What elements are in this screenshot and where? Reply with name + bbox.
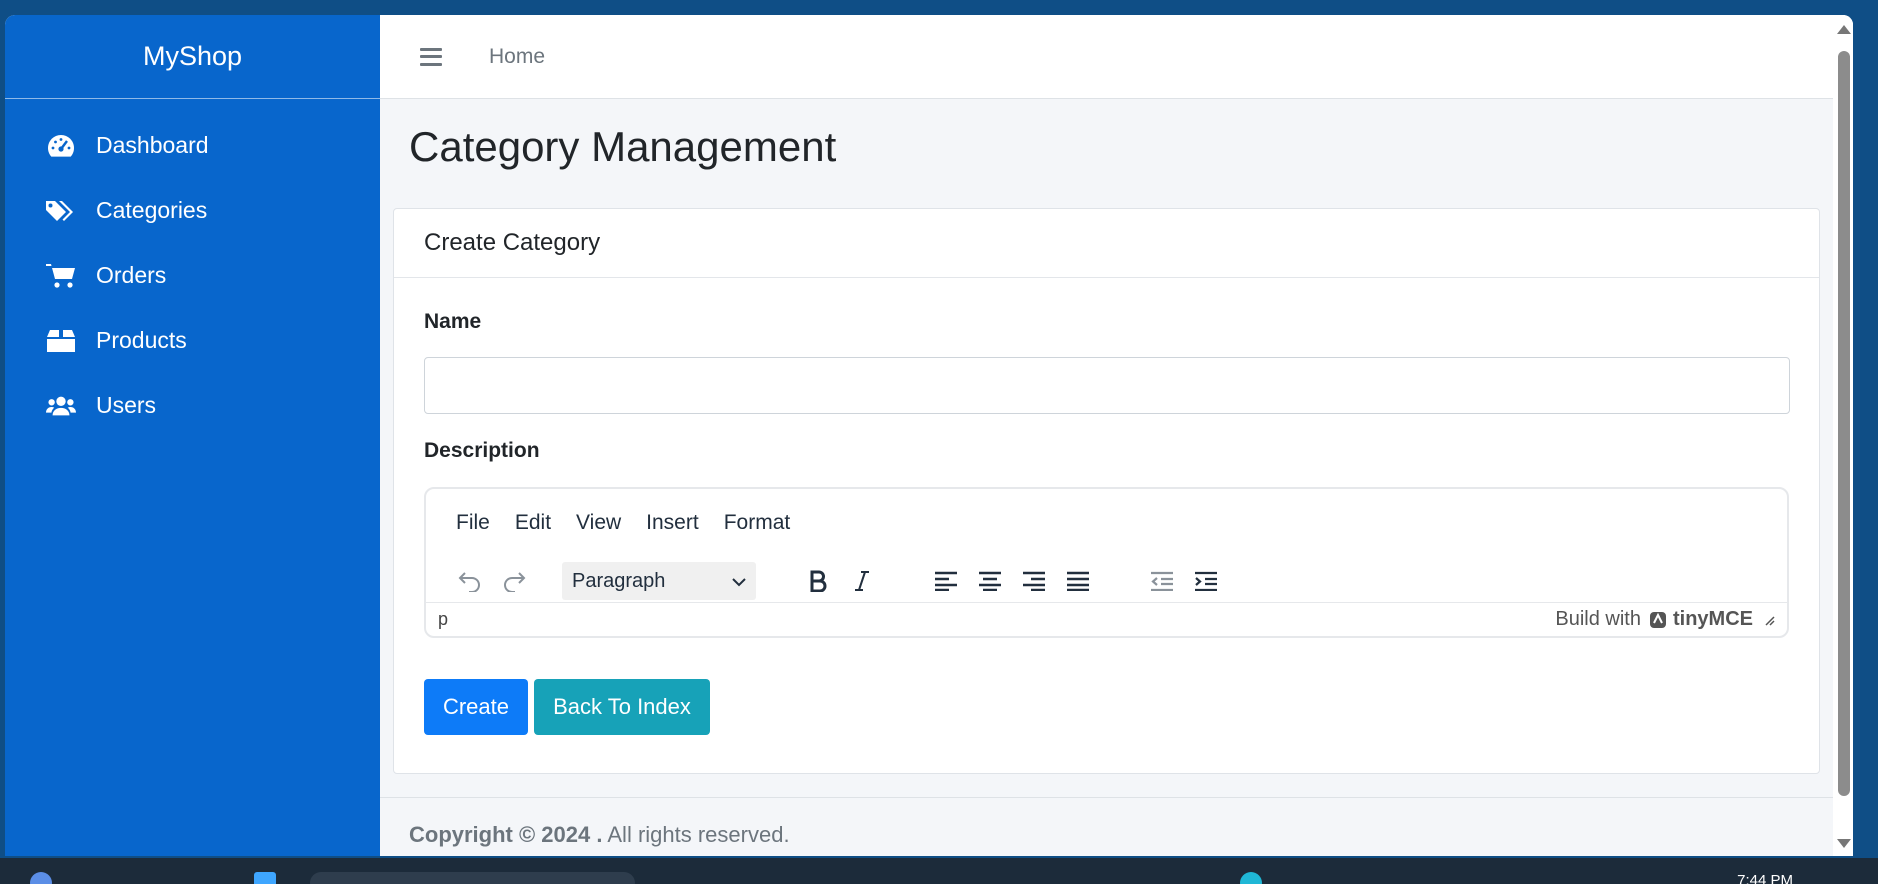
align-justify-icon[interactable] <box>1056 562 1100 600</box>
description-rich-text-editor[interactable]: File Edit View Insert Format Paragraph p… <box>424 487 1789 638</box>
taskbar-app-icon[interactable] <box>30 872 52 884</box>
windows-start-icon[interactable] <box>254 872 276 884</box>
menu-view[interactable]: View <box>576 511 621 535</box>
italic-icon[interactable] <box>840 562 884 600</box>
sidebar-item-label: Categories <box>96 197 208 223</box>
taskbar-clock[interactable]: 7:44 PM <box>1737 872 1793 884</box>
card-header: Create Category <box>394 209 1819 278</box>
editor-statusbar: p Build with tinyMCE <box>426 602 1787 636</box>
create-category-card: Create Category Name Description File Ed… <box>393 208 1820 774</box>
menu-file[interactable]: File <box>456 511 490 535</box>
align-right-icon[interactable] <box>1012 562 1056 600</box>
tinymce-branding[interactable]: Build with tinyMCE <box>1555 608 1775 631</box>
align-left-icon[interactable] <box>924 562 968 600</box>
sidebar-item-label: Orders <box>96 262 167 288</box>
sidebar-item-dashboard[interactable]: Dashboard <box>5 113 380 178</box>
taskbar-active-app-icon[interactable] <box>1240 872 1262 884</box>
page-footer: Copyright © 2024 . All rights reserved. <box>380 797 1853 856</box>
home-link[interactable]: Home <box>489 45 545 69</box>
branding-name: tinyMCE <box>1673 608 1753 630</box>
block-format-select[interactable]: Paragraph <box>562 562 756 600</box>
sidebar-item-users[interactable]: Users <box>5 373 380 438</box>
sidebar-item-products[interactable]: Products <box>5 308 380 373</box>
sidebar-item-orders[interactable]: Orders <box>5 243 380 308</box>
rights-text: All rights reserved. <box>602 822 790 847</box>
scroll-thumb[interactable] <box>1838 51 1850 796</box>
scroll-down-arrow-icon[interactable] <box>1837 839 1851 848</box>
copyright-text: Copyright © 2024 . <box>409 822 603 847</box>
outdent-icon[interactable] <box>1140 562 1184 600</box>
sidebar-item-label: Users <box>96 392 157 418</box>
create-button[interactable]: Create <box>424 679 528 735</box>
page-title: Category Management <box>409 123 837 170</box>
block-format-value: Paragraph <box>572 569 666 592</box>
browser-window: MyShop Dashboard Categories Orders Produ… <box>5 15 1853 856</box>
undo-icon[interactable] <box>448 562 492 600</box>
users-icon <box>46 392 76 420</box>
sidebar-item-label: Products <box>96 327 187 353</box>
bold-icon[interactable] <box>796 562 840 600</box>
dashboard-gauge-icon <box>46 132 76 160</box>
description-label: Description <box>424 439 540 462</box>
menu-format[interactable]: Format <box>724 511 791 535</box>
sidebar: MyShop Dashboard Categories Orders Produ… <box>5 15 380 856</box>
back-to-index-button[interactable]: Back To Index <box>534 679 710 735</box>
element-path[interactable]: p <box>438 609 448 630</box>
brand-logo[interactable]: MyShop <box>5 15 380 99</box>
shopping-cart-icon <box>46 262 76 290</box>
chevron-down-icon <box>732 570 746 593</box>
taskbar-search-box[interactable] <box>310 872 635 884</box>
page-scrollbar[interactable] <box>1833 15 1853 856</box>
redo-icon[interactable] <box>492 562 536 600</box>
name-input[interactable] <box>424 357 1790 414</box>
sidebar-item-label: Dashboard <box>96 132 209 158</box>
os-taskbar: 7:44 PM <box>0 858 1878 884</box>
tinymce-logo-icon <box>1649 611 1667 629</box>
editor-menubar: File Edit View Insert Format <box>456 511 815 535</box>
tags-icon <box>46 197 76 225</box>
box-icon <box>46 327 76 355</box>
menu-edit[interactable]: Edit <box>515 511 551 535</box>
resize-handle-icon[interactable] <box>1763 614 1775 626</box>
sidebar-item-categories[interactable]: Categories <box>5 178 380 243</box>
top-navbar: Home <box>380 15 1853 99</box>
sidebar-nav: Dashboard Categories Orders Products Use… <box>5 99 380 438</box>
align-center-icon[interactable] <box>968 562 1012 600</box>
indent-icon[interactable] <box>1184 562 1228 600</box>
branding-prefix: Build with <box>1555 608 1641 630</box>
editor-toolbar: Paragraph <box>448 561 1228 601</box>
scroll-up-arrow-icon[interactable] <box>1837 25 1851 34</box>
menu-insert[interactable]: Insert <box>646 511 699 535</box>
hamburger-icon[interactable] <box>420 47 442 66</box>
name-label: Name <box>424 310 482 333</box>
main-content: Home Category Management Create Category… <box>380 15 1853 856</box>
